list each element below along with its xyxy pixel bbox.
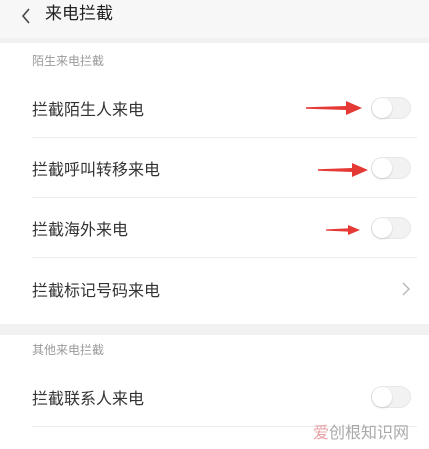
watermark-accent: 爱 <box>312 423 329 442</box>
chevron-right-icon <box>402 282 410 296</box>
divider <box>32 257 417 258</box>
section-title-other: 其他来电拦截 <box>32 343 105 357</box>
toggle-knob <box>372 158 392 178</box>
row-label: 拦截陌生人来电 <box>32 100 145 119</box>
row-block-strangers[interactable]: 拦截陌生人来电 <box>0 78 429 138</box>
annotation-arrow-icon <box>326 225 360 235</box>
row-block-contacts[interactable]: 拦截联系人来电 <box>0 367 429 427</box>
toggle-block-overseas[interactable] <box>371 217 411 239</box>
row-block-marked-numbers[interactable]: 拦截标记号码来电 <box>0 259 429 319</box>
toggle-block-strangers[interactable] <box>371 97 411 119</box>
back-button[interactable] <box>16 4 36 28</box>
watermark: 爱 创根知识网 <box>313 419 409 443</box>
watermark-text: 创根知识网 <box>328 423 409 442</box>
row-label: 拦截联系人来电 <box>32 389 145 408</box>
header-bar: 来电拦截 <box>0 0 429 38</box>
toggle-knob <box>372 98 392 118</box>
row-label: 拦截海外来电 <box>32 220 129 239</box>
row-block-overseas[interactable]: 拦截海外来电 <box>0 198 429 258</box>
toggle-block-forwarded[interactable] <box>371 157 411 179</box>
row-label: 拦截标记号码来电 <box>32 281 161 300</box>
section-title-stranger: 陌生来电拦截 <box>32 54 105 68</box>
toggle-knob <box>372 218 392 238</box>
stranger-call-block-section: 陌生来电拦截 拦截陌生人来电 拦截呼叫转移来电 拦截海外来电 拦截标记号码来电 <box>0 43 429 324</box>
row-label: 拦截呼叫转移来电 <box>32 160 161 179</box>
annotation-arrow-icon <box>306 101 362 115</box>
toggle-block-contacts[interactable] <box>371 386 411 408</box>
toggle-knob <box>372 387 392 407</box>
chevron-left-icon <box>21 8 30 24</box>
annotation-arrow-icon <box>318 163 368 177</box>
page-title: 来电拦截 <box>45 4 113 24</box>
